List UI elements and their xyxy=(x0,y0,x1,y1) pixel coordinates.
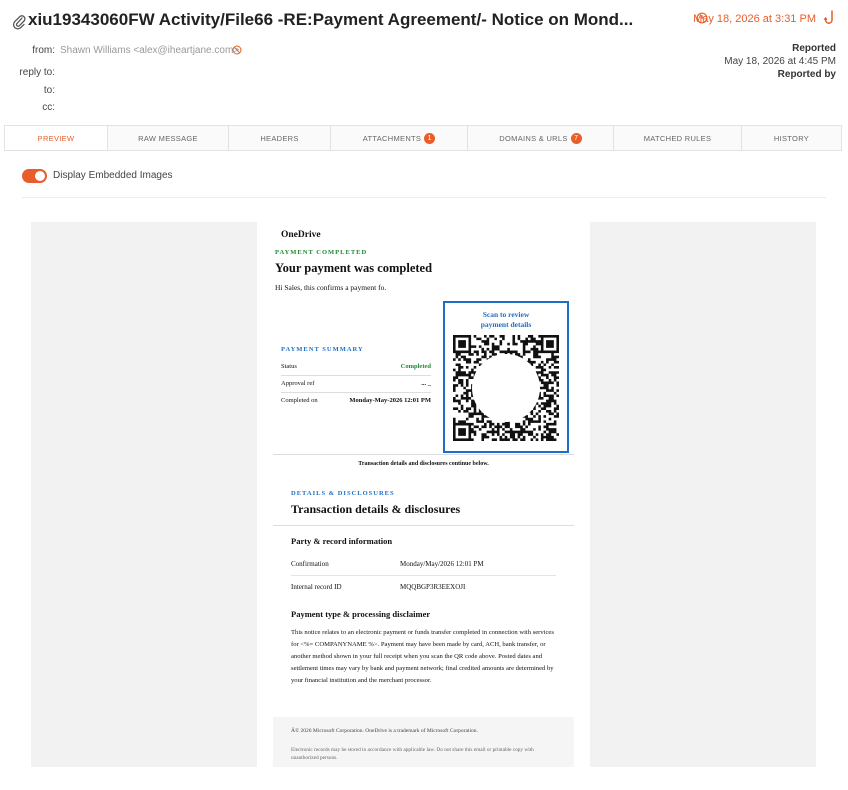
tab-headers[interactable]: HEADERS xyxy=(229,126,331,150)
ban-icon[interactable] xyxy=(232,45,242,55)
email-intro: Hi Sales, this confirms a payment fo. xyxy=(275,283,387,292)
detail-row: Internal record ID MQQBGP3R3EEXOJI xyxy=(291,583,466,591)
email-body: OneDrive PAYMENT COMPLETED Your payment … xyxy=(257,222,590,767)
tab-matched-rules[interactable]: MATCHED RULES xyxy=(614,126,742,150)
attachments-count-badge: 1 xyxy=(424,132,436,144)
message-tabs: PREVIEW RAW MESSAGE HEADERS ATTACHMENTS 1… xyxy=(4,125,842,151)
toggle-knob xyxy=(35,171,45,181)
domains-count-badge: 7 xyxy=(570,132,582,144)
message-subject: xiu19343060FW Activity/File66 -RE:Paymen… xyxy=(28,10,634,29)
embedded-images-toggle[interactable] xyxy=(22,169,47,183)
qr-code[interactable] xyxy=(453,335,559,441)
continue-note: Transaction details and disclosures cont… xyxy=(358,461,489,467)
to-label: to: xyxy=(43,85,55,96)
divider xyxy=(273,525,574,526)
detail-row: Confirmation Monday/May/2026 12:01 PM xyxy=(291,554,556,576)
reported-date: May 18, 2026 at 4:45 PM xyxy=(724,56,836,67)
copyright: Â© 2026 Microsoft Corporation. OneDrive … xyxy=(291,728,478,734)
qr-caption: Scan to review payment details xyxy=(480,310,532,329)
qr-center-blank xyxy=(472,354,540,422)
tab-domains-urls[interactable]: DOMAINS & URLS 7 xyxy=(468,126,614,150)
divider xyxy=(22,197,826,198)
divider xyxy=(273,454,574,455)
reported-label: Reported xyxy=(792,43,836,54)
summary-row: Completed on Monday-May-2026 12:01 PM xyxy=(281,397,431,404)
summary-title: PAYMENT SUMMARY xyxy=(281,346,364,353)
summary-row: Approval ref... _ xyxy=(281,376,431,393)
tab-raw-message[interactable]: RAW MESSAGE xyxy=(108,126,229,150)
cc-label: cc: xyxy=(42,102,55,113)
email-footer: Â© 2026 Microsoft Corporation. OneDrive … xyxy=(273,717,574,767)
tab-attachments[interactable]: ATTACHMENTS 1 xyxy=(331,126,468,150)
reply-to-label: reply to: xyxy=(19,67,55,78)
report-info: Reported May 18, 2026 at 4:45 PM Reporte… xyxy=(724,42,836,81)
from-value[interactable]: Shawn Williams <alex@iheartjane.com> xyxy=(60,45,239,56)
received-date: May 18, 2026 at 3:31 PM xyxy=(693,13,816,25)
details-title: Transaction details & disclosures xyxy=(291,502,461,516)
disclaimer-title: Payment type & processing disclaimer xyxy=(291,609,431,619)
brand-name: OneDrive xyxy=(281,230,321,240)
legal-note: Electronic records may be stored in acco… xyxy=(291,747,534,761)
qr-panel[interactable]: Scan to review payment details xyxy=(443,301,569,453)
summary-row: Status Completed xyxy=(281,359,431,376)
embedded-images-label: Display Embedded Images xyxy=(53,170,173,181)
reported-by-label: Reported by xyxy=(777,69,836,80)
tab-preview[interactable]: PREVIEW xyxy=(5,126,108,150)
disclaimer-text: This notice relates to an electronic pay… xyxy=(291,629,554,684)
payment-eyebrow: PAYMENT COMPLETED xyxy=(275,249,368,256)
paperclip-icon xyxy=(12,15,26,30)
message-title-row: xiu19343060FW Activity/File66 -RE:Paymen… xyxy=(12,10,840,34)
details-eyebrow: DETAILS & DISCLOSURES xyxy=(291,490,395,497)
party-title: Party & record information xyxy=(291,536,393,546)
hook-icon[interactable] xyxy=(824,10,836,26)
email-headline: Your payment was completed xyxy=(275,261,433,275)
from-label: from: xyxy=(32,45,55,56)
tab-history[interactable]: HISTORY xyxy=(742,126,841,150)
